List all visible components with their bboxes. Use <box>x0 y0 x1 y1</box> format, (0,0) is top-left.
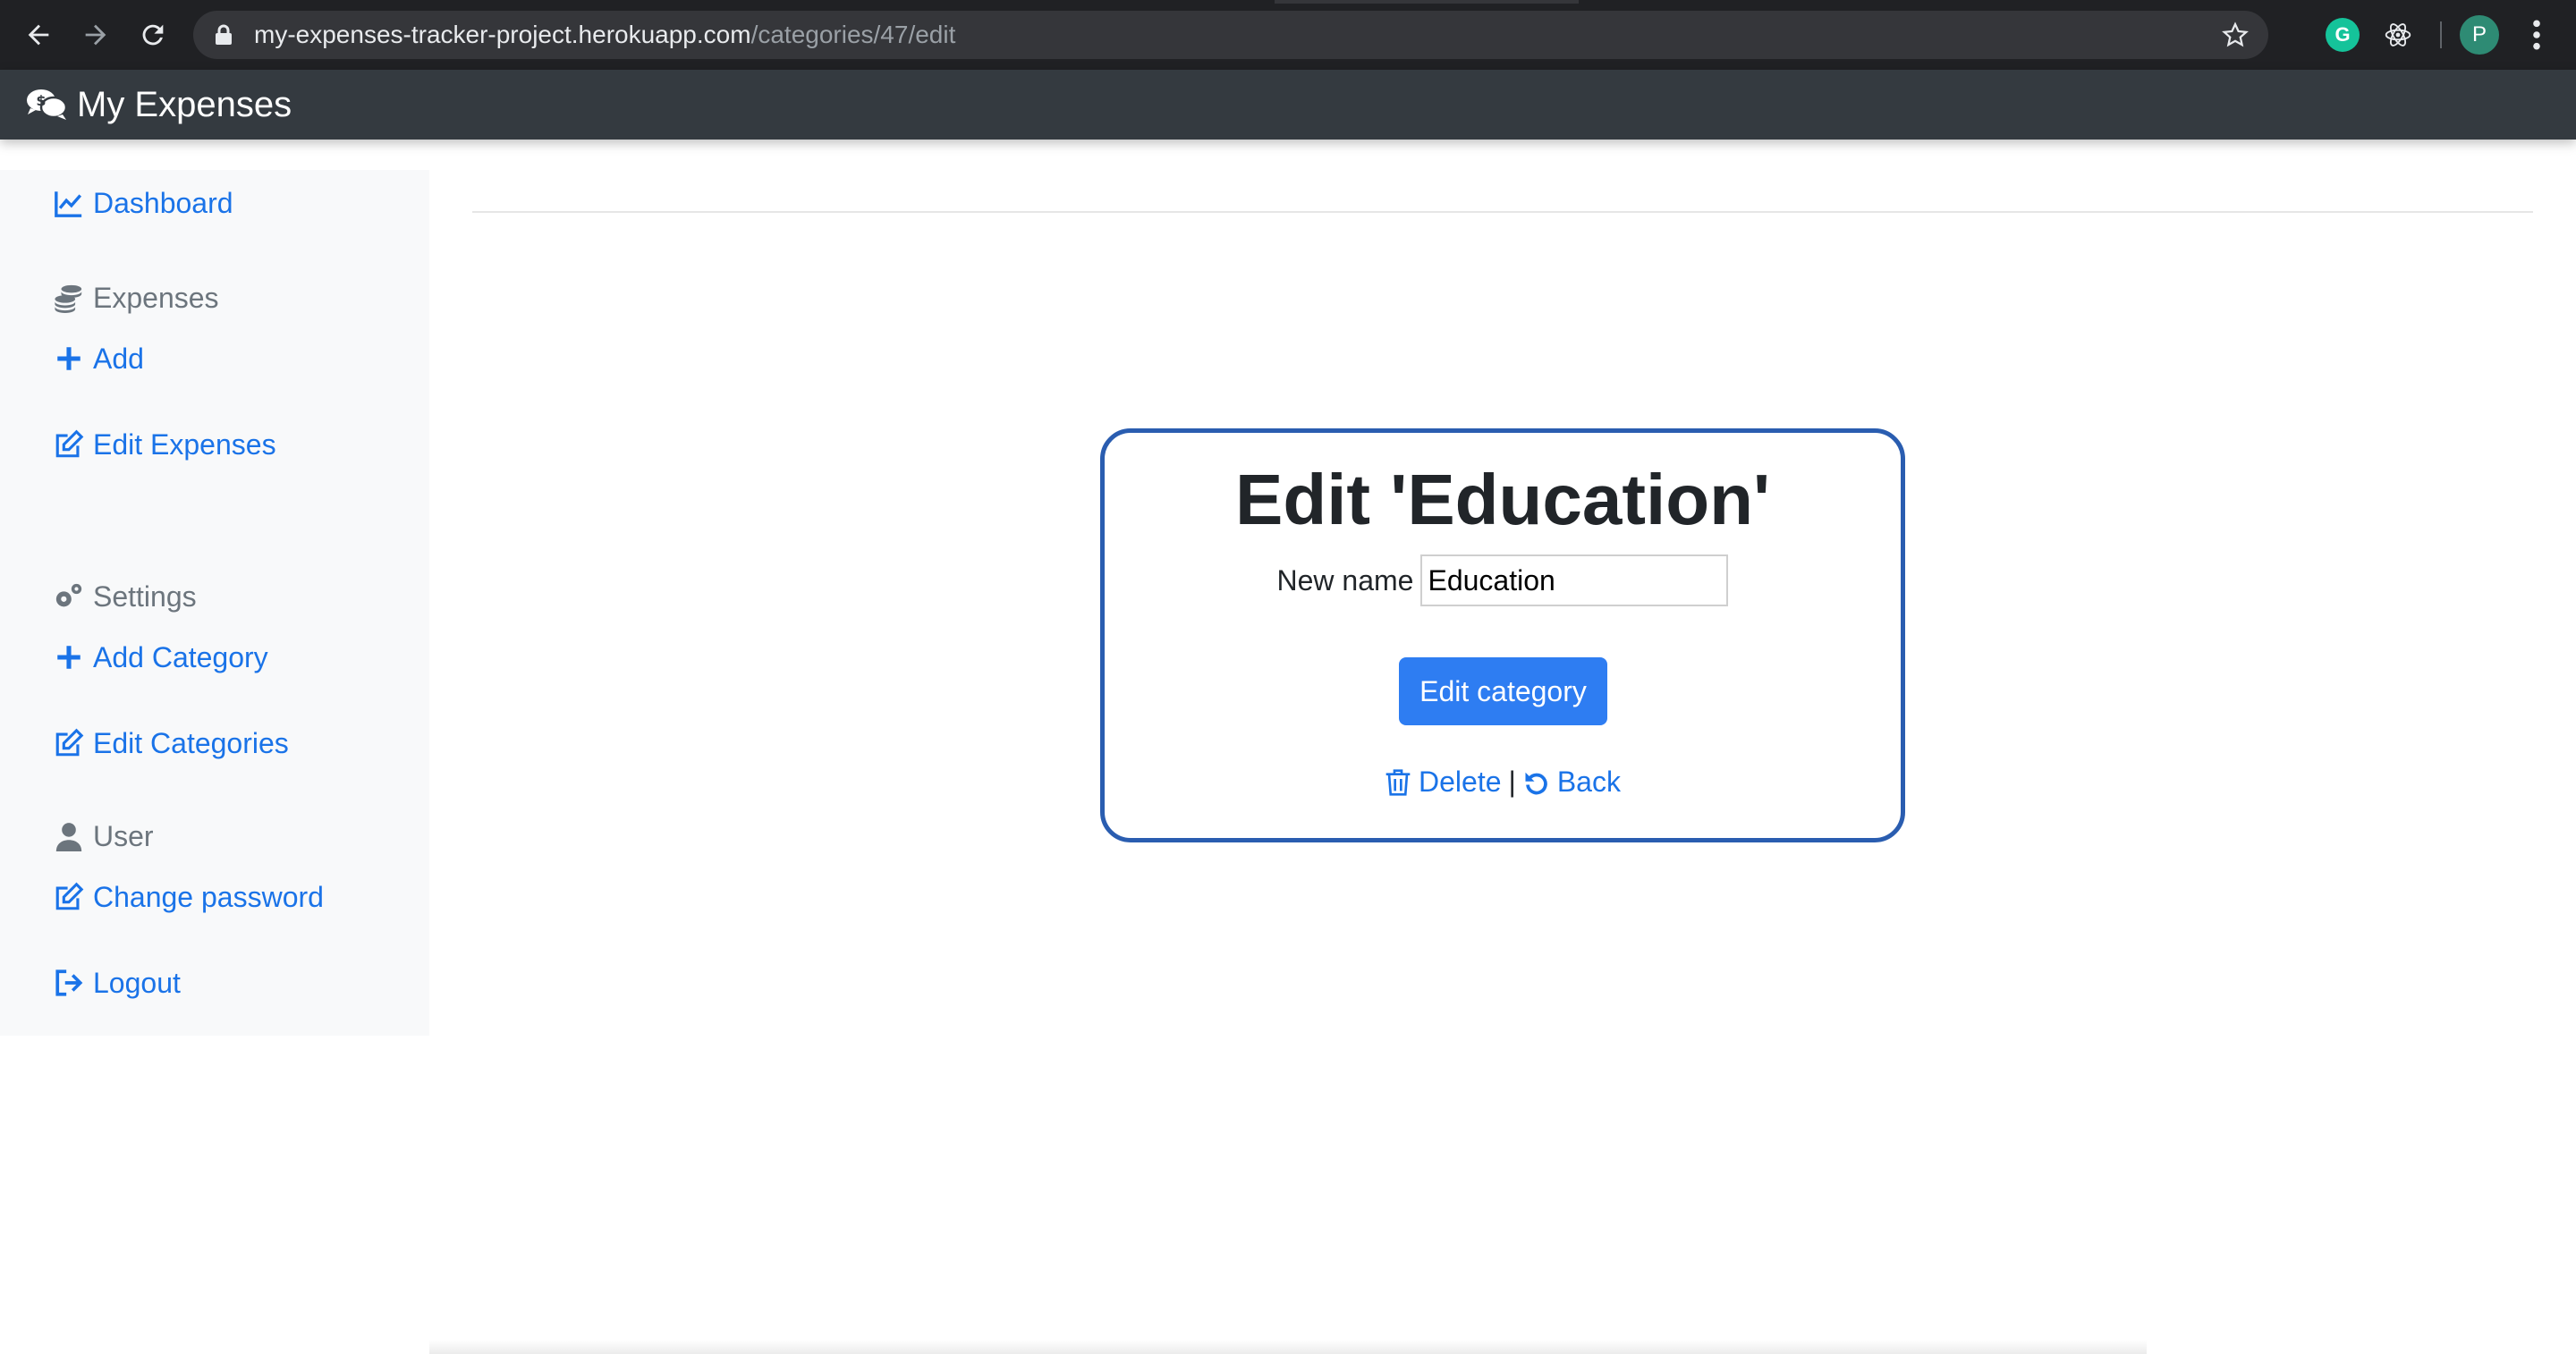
sidebar-item-label: Change password <box>93 881 324 913</box>
address-bar[interactable]: my-expenses-tracker-project.herokuapp.co… <box>193 11 2268 59</box>
sign-out-icon <box>55 969 83 996</box>
reload-icon <box>142 24 164 46</box>
profile-avatar[interactable]: P <box>2460 15 2499 55</box>
url-host: my-expenses-tracker-project.herokuapp.co… <box>254 21 751 48</box>
sidebar-item-label: Edit Expenses <box>93 428 276 461</box>
sidebar-item-label: Edit Categories <box>93 727 289 759</box>
more-icon[interactable] <box>2524 18 2549 52</box>
sidebar-item-label: Dashboard <box>93 187 233 219</box>
sidebar-item-edit-expenses[interactable]: Edit Expenses <box>54 427 276 461</box>
plus-icon <box>57 347 80 370</box>
edit-icon <box>55 882 84 910</box>
plus-icon <box>57 646 80 669</box>
chart-line-icon <box>55 191 82 217</box>
back-button[interactable] <box>20 16 57 54</box>
sidebar-heading-label: User <box>93 820 154 852</box>
svg-text:$: $ <box>36 92 46 109</box>
new-name-label: New name <box>1276 563 1414 597</box>
sidebar-heading-expenses: Expenses <box>54 281 219 315</box>
sidebar-item-dashboard[interactable]: Dashboard <box>54 186 233 220</box>
window-bottom-shadow <box>429 1340 2147 1354</box>
sidebar-item-edit-categories[interactable]: Edit Categories <box>54 726 289 760</box>
edit-category-card: Edit 'Education' New name Edit category … <box>1100 428 1905 842</box>
back-link[interactable]: Back <box>1523 766 1621 799</box>
url-text: my-expenses-tracker-project.herokuapp.co… <box>254 21 955 48</box>
toolbar-separator <box>2440 21 2442 48</box>
url-path: /categories/47/edit <box>750 21 956 48</box>
sidebar-item-add-category[interactable]: Add Category <box>54 640 268 674</box>
content-divider <box>472 211 2533 213</box>
sidebar: Dashboard Expenses Add Edit Expenses Set… <box>0 170 429 1036</box>
edit-category-button[interactable]: Edit category <box>1399 657 1607 725</box>
app-navbar: $ My Expenses <box>0 70 2576 140</box>
forward-button[interactable] <box>77 16 114 54</box>
brand-link[interactable]: $ My Expenses <box>25 84 292 125</box>
sidebar-heading-label: Settings <box>93 580 197 613</box>
sidebar-heading-label: Expenses <box>93 282 219 314</box>
sidebar-item-label: Add <box>93 343 144 375</box>
trash-icon <box>1385 768 1411 796</box>
sidebar-item-change-password[interactable]: Change password <box>54 880 324 914</box>
sidebar-heading-settings: Settings <box>54 580 197 614</box>
new-name-row: New name <box>1105 554 1901 606</box>
back-label: Back <box>1556 766 1621 798</box>
sidebar-item-add-expense[interactable]: Add <box>54 342 144 376</box>
coins-icon <box>55 284 82 313</box>
react-devtools-icon[interactable] <box>2381 18 2415 52</box>
card-actions: Delete | Back <box>1105 766 1901 799</box>
brand-title: My Expenses <box>77 85 292 124</box>
edit-icon <box>55 429 84 458</box>
back-icon <box>28 24 49 46</box>
undo-icon <box>1525 772 1547 794</box>
sidebar-heading-user: User <box>54 819 154 853</box>
action-separator: | <box>1508 766 1516 798</box>
sidebar-item-label: Add Category <box>93 641 268 673</box>
delete-link[interactable]: Delete <box>1385 766 1502 799</box>
user-icon <box>55 823 82 851</box>
edit-icon <box>55 728 84 757</box>
cogs-icon <box>55 583 82 607</box>
sidebar-item-logout[interactable]: Logout <box>54 966 181 1000</box>
active-tab-indicator <box>1275 0 1579 4</box>
new-name-input[interactable] <box>1420 554 1729 606</box>
grammarly-icon[interactable]: G <box>2326 18 2360 52</box>
star-icon[interactable] <box>2222 21 2249 48</box>
page-title: Edit 'Education' <box>1234 460 1771 539</box>
delete-label: Delete <box>1419 766 1502 798</box>
reload-button[interactable] <box>134 16 172 54</box>
forward-icon <box>85 24 106 46</box>
lock-icon <box>216 24 232 45</box>
sidebar-item-label: Logout <box>93 967 181 999</box>
money-chat-icon: $ <box>27 89 68 120</box>
browser-chrome: my-expenses-tracker-project.herokuapp.co… <box>0 0 2576 70</box>
